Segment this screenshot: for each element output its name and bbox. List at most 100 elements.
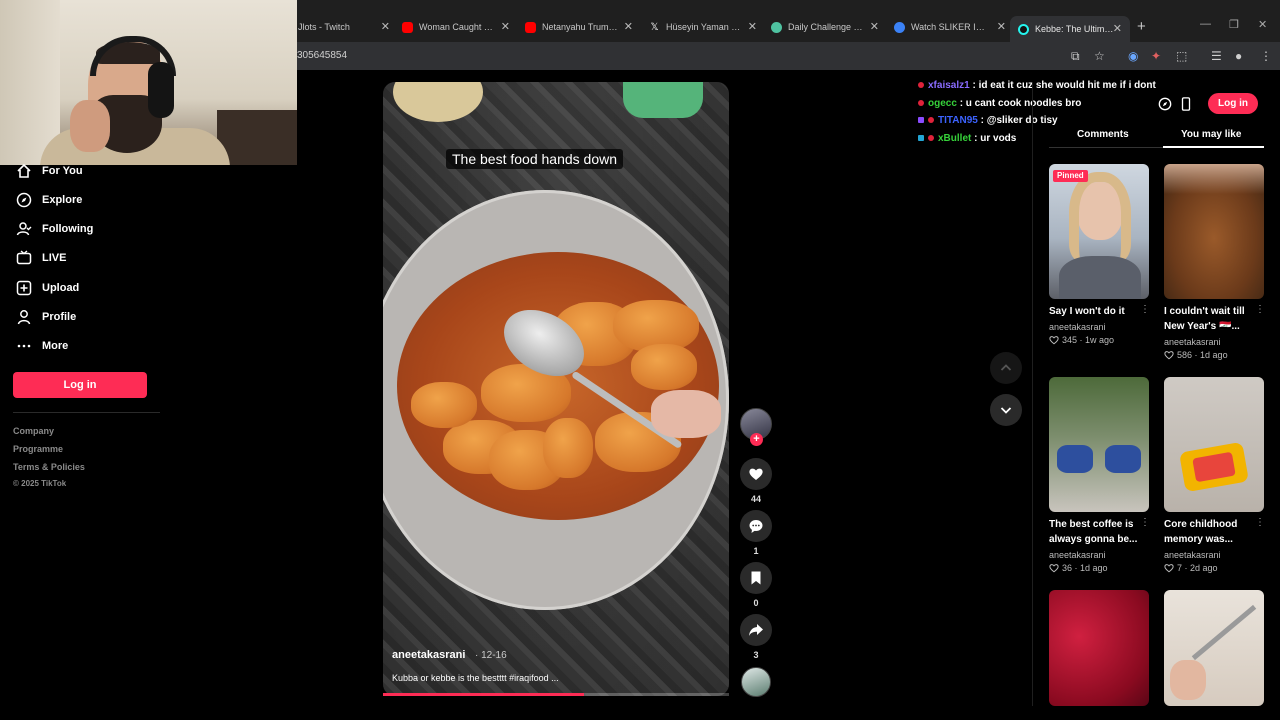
card-title[interactable]: The best coffee is always gonna be... bbox=[1049, 517, 1139, 547]
comment-button[interactable] bbox=[740, 510, 772, 542]
sidebar-item-live[interactable]: LIVE bbox=[16, 250, 66, 266]
footer-link-terms[interactable]: Terms & Policies bbox=[13, 462, 85, 472]
video-progress-bar[interactable] bbox=[383, 693, 729, 696]
video-thumbnail[interactable] bbox=[1049, 377, 1149, 512]
site-icon bbox=[894, 21, 905, 33]
thumbnail-detail bbox=[1164, 164, 1264, 194]
card-stats: 7 · 2d ago bbox=[1164, 563, 1218, 573]
youtube-icon bbox=[402, 21, 413, 33]
phone-icon[interactable] bbox=[1178, 96, 1194, 112]
more-options-icon[interactable]: ⋮ bbox=[1140, 517, 1150, 528]
card-likes: 586 bbox=[1177, 350, 1193, 360]
card-author[interactable]: aneetakasrani bbox=[1164, 550, 1221, 560]
tiktok-icon bbox=[1018, 23, 1029, 35]
video-thumbnail[interactable] bbox=[1164, 164, 1264, 299]
profile-avatar-icon[interactable]: ● bbox=[1235, 49, 1242, 63]
footer-link-programme[interactable]: Programme bbox=[13, 444, 63, 454]
sidebar-item-upload[interactable]: Upload bbox=[16, 280, 79, 296]
more-options-icon[interactable]: ⋮ bbox=[1255, 304, 1265, 315]
browser-tab[interactable]: Watch SLIKER IN 10 Y ✕ bbox=[894, 17, 1006, 37]
new-tab-button[interactable]: + bbox=[1137, 18, 1146, 35]
divider bbox=[13, 412, 160, 413]
menu-dots-icon[interactable]: ⋮ bbox=[1260, 49, 1272, 63]
card-title[interactable]: Say I won't do it bbox=[1049, 304, 1139, 319]
maximize-icon[interactable]: ❐ bbox=[1229, 18, 1239, 31]
card-author[interactable]: aneetakasrani bbox=[1164, 337, 1221, 347]
card-age: · 1w ago bbox=[1079, 335, 1115, 345]
tab-title: Daily Challenge - Fou bbox=[788, 22, 864, 32]
browser-tab[interactable]: Netanyahu Trump Me ✕ bbox=[525, 17, 633, 37]
card-author[interactable]: aneetakasrani bbox=[1049, 322, 1106, 332]
close-icon[interactable]: ✕ bbox=[1113, 22, 1122, 35]
close-icon[interactable]: ✕ bbox=[870, 20, 879, 33]
sidebar-item-label: More bbox=[42, 340, 69, 352]
tab-you-may-like[interactable]: You may like bbox=[1181, 129, 1241, 140]
footer-link-company[interactable]: Company bbox=[13, 426, 54, 436]
close-icon[interactable]: ✕ bbox=[501, 20, 510, 33]
streamer-hand bbox=[70, 100, 110, 152]
tab-title: Watch SLIKER IN 10 Y bbox=[911, 22, 991, 32]
video-player[interactable] bbox=[383, 82, 729, 696]
collections-icon[interactable]: ☰ bbox=[1211, 49, 1222, 63]
extensions-puzzle-icon[interactable]: ⬚ bbox=[1176, 49, 1187, 63]
close-icon[interactable]: ✕ bbox=[624, 20, 633, 33]
following-icon bbox=[16, 221, 32, 237]
browser-tab[interactable]: Woman Caught Trying ✕ bbox=[402, 17, 510, 37]
minimize-icon[interactable]: — bbox=[1200, 18, 1211, 30]
music-avatar[interactable] bbox=[741, 667, 771, 697]
chat-badge-icon bbox=[928, 135, 934, 142]
video-description[interactable]: Kubba or kebbe is the bestttt #iraqifood… bbox=[392, 673, 559, 683]
share-button[interactable] bbox=[740, 614, 772, 646]
sidebar-item-for-you[interactable]: For You bbox=[16, 163, 83, 179]
sidebar-item-more[interactable]: More bbox=[16, 338, 68, 354]
more-options-icon[interactable]: ⋮ bbox=[1140, 304, 1150, 315]
video-thumbnail[interactable] bbox=[1164, 590, 1264, 706]
chat-username: TITAN95 bbox=[938, 115, 978, 126]
video-thumbnail[interactable] bbox=[1164, 377, 1264, 512]
card-author[interactable]: aneetakasrani bbox=[1049, 550, 1106, 560]
install-icon[interactable]: ⧉ bbox=[1071, 49, 1080, 64]
previous-video-button[interactable] bbox=[990, 352, 1022, 384]
browser-tab[interactable]: Daily Challenge - Fou ✕ bbox=[771, 17, 879, 37]
next-video-button[interactable] bbox=[990, 394, 1022, 426]
close-window-icon[interactable]: ✕ bbox=[1258, 18, 1267, 31]
card-age: · 2d ago bbox=[1184, 563, 1218, 573]
browser-tab[interactable]: Jlots - Twitch ✕ bbox=[298, 17, 390, 37]
more-options-icon[interactable]: ⋮ bbox=[1255, 517, 1265, 528]
header-login-button[interactable]: Log in bbox=[1208, 93, 1258, 114]
sidebar-item-label: Upload bbox=[42, 282, 80, 294]
extension-icon[interactable]: ✦ bbox=[1151, 49, 1161, 63]
close-icon[interactable]: ✕ bbox=[748, 20, 757, 33]
video-frame-kubba bbox=[411, 382, 477, 428]
video-date: · 12-16 bbox=[475, 650, 507, 661]
close-icon[interactable]: ✕ bbox=[997, 20, 1006, 33]
thumbnail-hair bbox=[1069, 172, 1131, 262]
card-likes: 345 bbox=[1062, 335, 1078, 345]
explore-compass-icon[interactable] bbox=[1157, 96, 1173, 112]
card-title[interactable]: I couldn't wait till New Year's 🇮🇶... bbox=[1164, 304, 1254, 334]
browser-tab-active[interactable]: Kebbe: The Ultimate ✕ bbox=[1010, 16, 1130, 42]
browser-tab[interactable]: 𝕏 Hüseyin Yaman on X ✕ bbox=[649, 17, 757, 37]
copyright-text: © 2025 TikTok bbox=[13, 479, 67, 488]
bookmark-star-icon[interactable]: ☆ bbox=[1094, 49, 1105, 63]
sidebar-item-label: Explore bbox=[42, 194, 83, 206]
sidebar-item-explore[interactable]: Explore bbox=[16, 192, 82, 208]
video-author[interactable]: aneetakasrani bbox=[392, 649, 465, 661]
video-thumbnail[interactable] bbox=[1049, 590, 1149, 706]
tab-title: Netanyahu Trump Me bbox=[542, 22, 618, 32]
streamer-webcam bbox=[0, 0, 297, 165]
card-title[interactable]: Core childhood memory was... bbox=[1164, 517, 1254, 547]
sidebar-login-button[interactable]: Log in bbox=[13, 372, 147, 398]
read-aloud-icon[interactable]: ◉ bbox=[1128, 49, 1138, 63]
follow-plus-icon[interactable]: + bbox=[750, 433, 763, 446]
card-stats: 36 · 1d ago bbox=[1049, 563, 1108, 573]
like-button[interactable] bbox=[740, 458, 772, 490]
close-icon[interactable]: ✕ bbox=[381, 20, 390, 33]
url-text[interactable]: 305645854 bbox=[297, 50, 347, 61]
tab-comments[interactable]: Comments bbox=[1077, 129, 1129, 140]
video-thumbnail[interactable] bbox=[1049, 164, 1149, 299]
sidebar-item-following[interactable]: Following bbox=[16, 221, 93, 237]
sidebar-item-profile[interactable]: Profile bbox=[16, 309, 76, 325]
heart-outline-icon bbox=[1164, 564, 1174, 573]
save-button[interactable] bbox=[740, 562, 772, 594]
